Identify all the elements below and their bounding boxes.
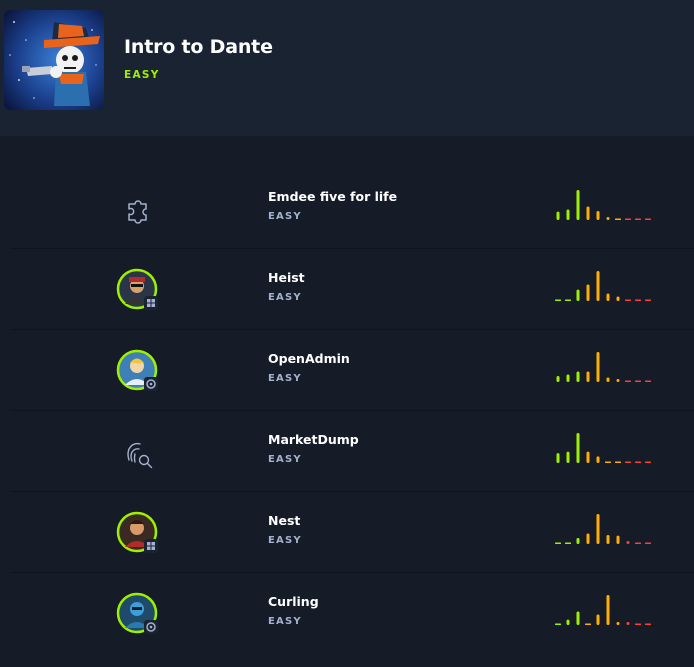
difficulty-bar [625, 380, 631, 382]
difficulty-bar [615, 461, 621, 463]
difficulty-chart [555, 595, 651, 625]
difficulty-chart [555, 271, 651, 301]
difficulty-chart [555, 514, 651, 544]
difficulty-bar [606, 293, 610, 301]
machine-name: Curling [268, 594, 319, 609]
difficulty-bar [645, 542, 651, 544]
difficulty-chart [556, 433, 651, 463]
difficulty-bar [645, 461, 651, 463]
difficulty-bar [596, 514, 600, 544]
difficulty-bar [586, 284, 590, 301]
difficulty-bar [556, 211, 560, 220]
avatar [116, 592, 162, 638]
difficulty-bar [576, 289, 580, 301]
difficulty-bar [645, 218, 651, 220]
difficulty-bar [556, 453, 560, 463]
difficulty-bar [596, 271, 600, 301]
difficulty-bar [585, 623, 591, 625]
difficulty-bar [616, 296, 620, 301]
difficulty-bar [565, 299, 571, 301]
difficulty-bar [576, 190, 580, 220]
difficulty-chart [556, 352, 651, 382]
difficulty-bar [635, 299, 641, 301]
difficulty-bar [606, 377, 610, 382]
track-logo [4, 10, 104, 110]
machine-row[interactable]: Curling EASY [10, 572, 694, 653]
difficulty-chart [556, 190, 651, 220]
avatar [116, 349, 162, 395]
difficulty-bar [566, 209, 570, 220]
track-title: Intro to Dante [124, 36, 273, 58]
difficulty-bar [576, 538, 580, 544]
machine-difficulty: EASY [268, 292, 302, 303]
difficulty-bar [565, 542, 571, 544]
difficulty-bar [566, 619, 570, 625]
difficulty-bar [596, 614, 600, 625]
difficulty-bar [626, 541, 630, 544]
machine-difficulty: EASY [268, 373, 302, 384]
difficulty-bar [616, 379, 620, 382]
difficulty-bar [586, 533, 590, 544]
difficulty-bar [556, 376, 560, 382]
difficulty-bar [566, 451, 570, 463]
machine-difficulty: EASY [268, 211, 302, 222]
machine-list: Emdee five for life EASY Heist EASY Open… [10, 168, 694, 653]
difficulty-bar [555, 623, 561, 625]
difficulty-bar [635, 623, 641, 625]
machine-name: Nest [268, 513, 301, 528]
difficulty-bar [576, 371, 580, 382]
machine-name: OpenAdmin [268, 351, 350, 366]
machine-row[interactable]: Emdee five for life EASY [10, 168, 694, 248]
puzzle-icon [116, 187, 162, 233]
avatar [116, 268, 162, 314]
machine-name: MarketDump [268, 432, 359, 447]
track-difficulty: EASY [124, 69, 160, 81]
difficulty-bar [626, 622, 630, 625]
difficulty-bar [645, 299, 651, 301]
machine-row[interactable]: Heist EASY [10, 248, 694, 329]
machine-difficulty: EASY [268, 616, 302, 627]
difficulty-bar [596, 456, 600, 463]
difficulty-bar [555, 542, 561, 544]
difficulty-bar [635, 380, 641, 382]
difficulty-bar [566, 374, 570, 382]
difficulty-bar [596, 352, 600, 382]
difficulty-bar [586, 371, 590, 382]
difficulty-bar [645, 380, 651, 382]
machine-name: Emdee five for life [268, 189, 398, 204]
difficulty-bar [615, 218, 621, 220]
difficulty-bar [625, 461, 631, 463]
difficulty-bar [596, 211, 600, 220]
difficulty-bar [635, 542, 641, 544]
avatar [116, 511, 162, 557]
machine-row[interactable]: MarketDump EASY [10, 410, 694, 491]
difficulty-bar [635, 461, 641, 463]
difficulty-bar [635, 218, 641, 220]
difficulty-bar [625, 218, 631, 220]
difficulty-bar [576, 433, 580, 463]
machine-difficulty: EASY [268, 454, 302, 465]
machine-name: Heist [268, 270, 305, 285]
difficulty-bar [606, 595, 610, 625]
header: Intro to Dante EASY [0, 0, 694, 136]
difficulty-bar [645, 623, 651, 625]
fingerprint-search-icon [116, 430, 162, 476]
difficulty-bar [586, 206, 590, 220]
difficulty-bar [605, 461, 611, 463]
machine-row[interactable]: OpenAdmin EASY [10, 329, 694, 410]
difficulty-bar [586, 451, 590, 463]
difficulty-bar [606, 535, 610, 544]
difficulty-bar [625, 299, 631, 301]
machine-difficulty: EASY [268, 535, 302, 546]
difficulty-bar [576, 611, 580, 625]
machine-row[interactable]: Nest EASY [10, 491, 694, 572]
difficulty-bar [555, 299, 561, 301]
difficulty-bar [606, 217, 610, 220]
difficulty-bar [616, 535, 620, 544]
difficulty-bar [616, 622, 620, 625]
